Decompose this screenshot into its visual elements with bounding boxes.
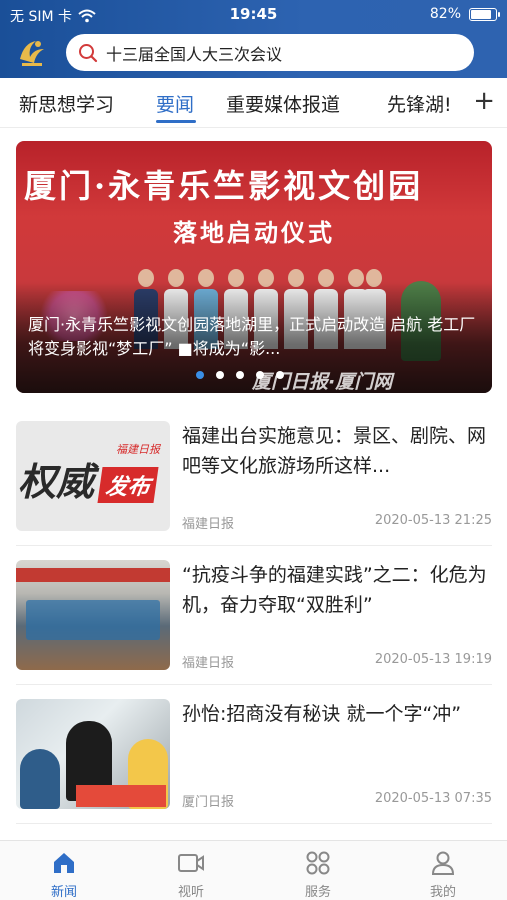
banner-image-title: 厦门·永青乐竺影视文创园: [24, 167, 424, 205]
nav-label: 视听: [177, 885, 204, 900]
plus-icon[interactable]: +: [473, 88, 495, 114]
app-logo-icon: [20, 41, 44, 66]
thumb-release-tag: 发布: [97, 467, 159, 503]
carousel-dot[interactable]: [216, 371, 224, 379]
news-title: 福建出台实施意见：景区、剧院、网吧等文化旅游场所这样...: [182, 425, 487, 477]
thumb-authority-text: 权威: [18, 459, 95, 504]
home-icon: [54, 853, 74, 873]
app-header: 无 SIM 卡 19:45 82% 十三届全国人大三次会议: [0, 0, 507, 78]
news-source: 厦门日报: [182, 795, 235, 810]
news-item[interactable]: “抗疫斗争的福建实践”之二：化危为机，奋力夺取“双胜利” 福建日报 2020-0…: [16, 560, 492, 672]
news-title: “抗疫斗争的福建实践”之二：化危为机，奋力夺取“双胜利”: [182, 564, 487, 616]
bottom-nav: 新闻 视听 服务 我的: [0, 840, 507, 900]
active-tab-underline: [156, 120, 196, 123]
battery-fill: [471, 10, 491, 19]
banner-image-subtitle: 落地启动仪式: [173, 219, 335, 247]
news-time: 2020-05-13 07:35: [374, 791, 492, 806]
video-icon: [178, 854, 204, 872]
nav-profile[interactable]: 我的: [398, 849, 488, 900]
carousel-dot[interactable]: [236, 371, 244, 379]
carousel-dot[interactable]: [276, 371, 284, 379]
nav-label: 服务: [304, 885, 331, 900]
featured-banner[interactable]: 厦门·永青乐竺影视文创园 落地启动仪式 厦门·永青乐竺影视文创园落地湖里，正式启…: [16, 141, 492, 393]
tab-headlines[interactable]: 要闻: [156, 90, 194, 117]
search-query: 十三届全国人大三次会议: [106, 44, 283, 64]
news-source: 福建日报: [182, 517, 235, 532]
tab-major-media[interactable]: 重要媒体报道: [226, 90, 340, 117]
grid-icon: [306, 851, 330, 875]
news-thumbnail: [16, 560, 170, 670]
search-icon: [79, 43, 98, 62]
divider: [16, 545, 492, 546]
channel-tabs: 新思想学习 要闻 重要媒体报道 先锋湖! +: [0, 78, 507, 128]
news-time: 2020-05-13 19:19: [374, 652, 492, 667]
status-bar: 无 SIM 卡 19:45 82%: [0, 0, 507, 28]
search-bar[interactable]: 十三届全国人大三次会议: [66, 34, 474, 71]
thumb-brand: 福建日报: [116, 443, 160, 456]
app-logo[interactable]: [12, 33, 52, 73]
news-source: 福建日报: [182, 656, 235, 671]
tab-new-thought[interactable]: 新思想学习: [19, 90, 114, 117]
battery-icon: [469, 8, 500, 21]
battery-percent: 82%: [429, 6, 461, 22]
nav-news[interactable]: 新闻: [19, 849, 109, 900]
news-title: 孙怡:招商没有秘诀 就一个字“冲”: [182, 703, 462, 725]
news-thumbnail: 福建日报 权威 发布: [16, 421, 170, 531]
nav-services[interactable]: 服务: [273, 849, 363, 900]
news-thumbnail: [16, 699, 170, 809]
user-icon: [431, 851, 455, 875]
carousel-dot[interactable]: [196, 371, 204, 379]
news-item[interactable]: 福建日报 权威 发布 福建出台实施意见：景区、剧院、网吧等文化旅游场所这样...…: [16, 421, 492, 533]
divider: [16, 684, 492, 685]
tab-vanguard[interactable]: 先锋湖!: [387, 90, 452, 117]
news-item[interactable]: 孙怡:招商没有秘诀 就一个字“冲” 厦门日报 2020-05-13 07:35: [16, 699, 492, 811]
nav-video[interactable]: 视听: [146, 849, 236, 900]
divider: [16, 823, 492, 824]
nav-label: 我的: [429, 885, 456, 900]
nav-label: 新闻: [50, 885, 77, 900]
news-time: 2020-05-13 21:25: [374, 513, 492, 528]
banner-caption: 厦门·永青乐竺影视文创园落地湖里，正式启动改造 启航 老工厂 将变身影视“梦工厂…: [28, 315, 476, 358]
carousel-dot[interactable]: [256, 371, 264, 379]
carousel-dots: [196, 371, 284, 379]
